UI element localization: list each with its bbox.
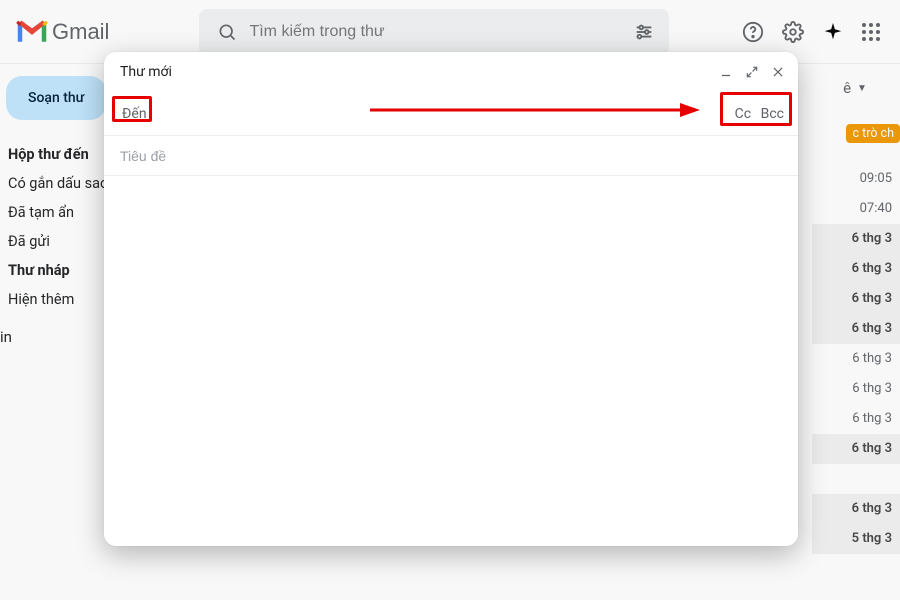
gmail-logo-icon (14, 14, 50, 50)
minimize-button[interactable] (716, 62, 736, 82)
search-options-icon[interactable] (633, 21, 655, 43)
mail-list-right-edge: ê▼ c trò ch 09:05 07:40 6 thg 3 6 thg 3 … (810, 64, 900, 600)
google-apps-icon[interactable] (862, 23, 880, 41)
settings-gear-icon[interactable] (782, 21, 804, 43)
compose-body[interactable] (104, 176, 798, 546)
compose-titlebar: Thư mới (104, 52, 798, 92)
mail-row-time[interactable]: 6 thg 3 (812, 434, 900, 464)
compose-title: Thư mới (120, 64, 172, 80)
mail-row-time[interactable]: 6 thg 3 (812, 314, 900, 344)
search-input[interactable] (247, 22, 633, 42)
sparkle-icon[interactable] (822, 21, 844, 43)
cc-button[interactable]: Cc (735, 106, 751, 122)
search-bar[interactable] (199, 9, 669, 55)
product-name: Gmail (52, 19, 109, 45)
to-input[interactable] (159, 105, 729, 123)
mail-row-time[interactable]: 6 thg 3 (812, 404, 892, 434)
recipients-row[interactable]: Đến Cc Bcc (104, 92, 798, 136)
chevron-down-icon: ▼ (857, 83, 867, 94)
mail-row-time[interactable]: 6 thg 3 (812, 494, 900, 524)
header-actions (742, 21, 892, 43)
close-button[interactable] (768, 62, 788, 82)
expand-button[interactable] (742, 62, 762, 82)
sidebar-truncated-label: in (0, 328, 12, 346)
bcc-button[interactable]: Bcc (761, 106, 784, 122)
mail-row-time[interactable]: 6 thg 3 (812, 374, 892, 404)
mail-row-time[interactable]: 5 thg 3 (812, 524, 900, 554)
time-column: 09:05 07:40 6 thg 3 6 thg 3 6 thg 3 6 th… (812, 164, 892, 554)
mail-row-time[interactable]: 6 thg 3 (812, 254, 900, 284)
compose-dialog: Thư mới Đến Cc Bcc (104, 52, 798, 546)
mail-row-time[interactable]: 07:40 (812, 194, 892, 224)
mail-row-time[interactable]: 6 thg 3 (812, 284, 900, 314)
to-label: Đến (118, 104, 151, 124)
compose-button[interactable]: Soạn thư (6, 76, 106, 120)
category-chip[interactable]: c trò ch (846, 124, 900, 143)
mail-row-time[interactable]: 6 thg 3 (812, 224, 900, 254)
help-icon[interactable] (742, 21, 764, 43)
subject-input[interactable] (118, 147, 784, 165)
search-icon (217, 22, 237, 42)
mail-row-time[interactable] (812, 464, 892, 494)
mail-row-time[interactable]: 09:05 (812, 164, 892, 194)
subject-row[interactable] (104, 136, 798, 176)
language-indicator[interactable]: ê▼ (810, 64, 900, 112)
mail-row-time[interactable]: 6 thg 3 (812, 344, 892, 374)
